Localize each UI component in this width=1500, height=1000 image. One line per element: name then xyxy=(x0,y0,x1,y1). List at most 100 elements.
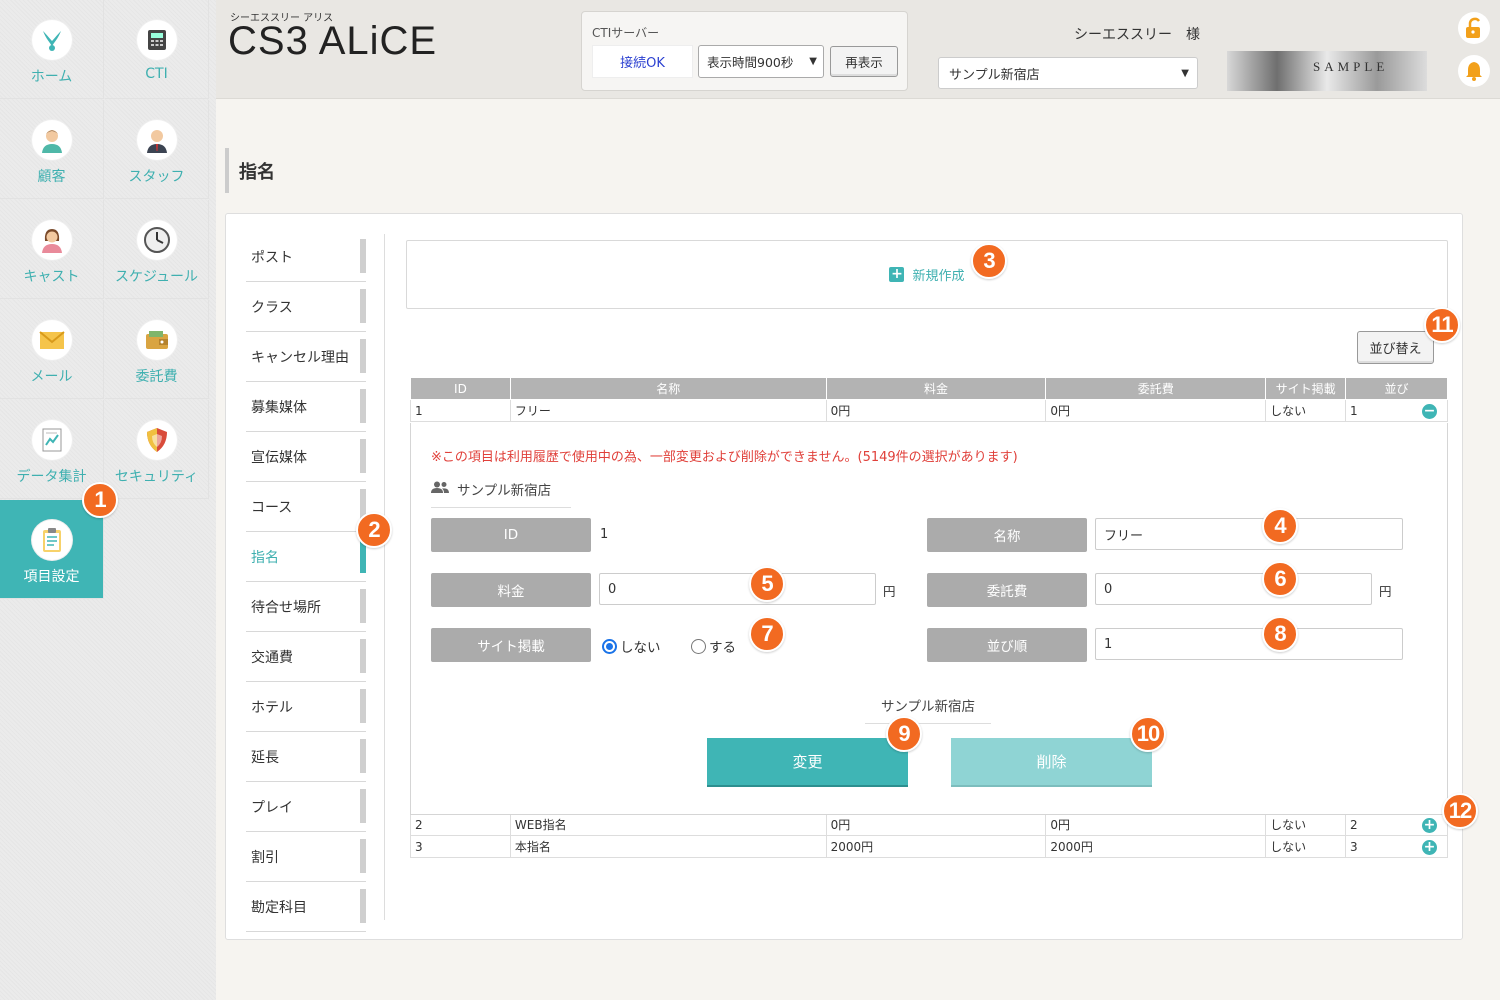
callout-badge: 3 xyxy=(971,243,1007,279)
unlock-icon[interactable] xyxy=(1458,12,1490,44)
mail-icon xyxy=(31,320,72,360)
submenu-item[interactable]: ホテル xyxy=(246,682,366,732)
column-header: 並び xyxy=(1345,377,1448,400)
submenu-item[interactable]: 宣伝媒体 xyxy=(246,432,366,482)
nav-item-settings[interactable]: 項目設定 xyxy=(0,500,104,599)
cell-id: 2 xyxy=(410,813,511,836)
nav-label: キャスト xyxy=(23,269,80,285)
submenu-item[interactable]: 募集媒体 xyxy=(246,382,366,432)
detail-shop-name: サンプル新宿店 xyxy=(457,483,552,499)
table-row[interactable]: 3 本指名 2000円 2000円 しない 3 + xyxy=(410,835,1448,858)
radio-checked-icon xyxy=(602,638,617,654)
callout-badge: 8 xyxy=(1262,616,1298,652)
callout-badge: 12 xyxy=(1442,793,1478,829)
expand-icon[interactable]: + xyxy=(1422,840,1437,855)
collapse-icon[interactable]: − xyxy=(1422,404,1437,419)
callout-badge: 11 xyxy=(1424,307,1460,343)
callout-badge: 1 xyxy=(82,482,118,518)
clock-icon xyxy=(136,220,177,260)
callout-badge: 5 xyxy=(749,566,785,602)
nav-cti[interactable]: CTI xyxy=(105,0,209,99)
display-time-value: 表示時間900秒 xyxy=(707,55,794,70)
cell-id: 3 xyxy=(410,835,511,858)
update-button[interactable]: 変更 xyxy=(707,738,908,785)
settings-submenu: ポスト クラス キャンセル理由 募集媒体 宣伝媒体 コース 指名 待合せ場所 交… xyxy=(246,232,366,932)
fee-input[interactable]: 0 xyxy=(599,573,876,605)
submenu-item[interactable]: クラス xyxy=(246,282,366,332)
cell-site: しない xyxy=(1265,399,1347,422)
customer-icon xyxy=(31,120,72,160)
nav-commission[interactable]: 委託費 xyxy=(105,300,209,399)
nav-label: メール xyxy=(30,369,73,385)
commission-unit: 円 xyxy=(1379,584,1392,599)
nav-schedule[interactable]: スケジュール xyxy=(105,200,209,299)
refresh-button[interactable]: 再表示 xyxy=(830,46,898,77)
nav-label: 委託費 xyxy=(135,369,178,385)
cell-order-value: 3 xyxy=(1350,839,1358,854)
shield-icon xyxy=(136,420,177,460)
site-radio-yes[interactable]: する xyxy=(691,636,736,656)
column-header: 名称 xyxy=(509,377,827,400)
submenu-item[interactable]: ポスト xyxy=(246,232,366,282)
sort-button[interactable]: 並び替え xyxy=(1357,331,1434,364)
commission-input[interactable]: 0 xyxy=(1095,573,1372,605)
display-time-select[interactable]: 表示時間900秒 ▼ xyxy=(698,45,824,78)
nav-label: CTI xyxy=(145,66,168,82)
nav-cast[interactable]: キャスト xyxy=(0,200,104,299)
bell-icon[interactable] xyxy=(1458,55,1490,87)
submenu-item[interactable]: プレイ xyxy=(246,782,366,832)
expand-icon[interactable]: + xyxy=(1422,818,1437,833)
cti-panel: CTIサーバー 接続OK 表示時間900秒 ▼ 再表示 xyxy=(581,11,908,91)
callout-badge: 6 xyxy=(1262,561,1298,597)
nav-report[interactable]: データ集計 xyxy=(0,400,104,499)
id-value: 1 xyxy=(600,527,609,542)
table-row[interactable]: 1 フリー 0円 0円 しない 1− xyxy=(410,399,1448,422)
submenu-item[interactable]: 交通費 xyxy=(246,632,366,682)
cell-fee: 2000円 xyxy=(825,835,1047,858)
warning-message: ※この項目は利用履歴で使用中の為、一部変更および削除ができません。(5149件の… xyxy=(431,450,1018,465)
cell-commission: 0円 xyxy=(1045,813,1267,836)
page-title: 指名 xyxy=(225,148,275,193)
cell-order-value: 1 xyxy=(1350,403,1358,418)
submenu-item[interactable]: キャンセル理由 xyxy=(246,332,366,382)
plus-square-icon: + xyxy=(889,266,905,282)
order-label: 並び順 xyxy=(927,628,1087,662)
cell-id: 1 xyxy=(410,399,511,422)
table-header-row: ID 名称 料金 委託費 サイト掲載 並び xyxy=(410,377,1448,400)
cell-name: WEB指名 xyxy=(509,813,827,836)
nav-home[interactable]: ホーム xyxy=(0,0,104,99)
submenu-item[interactable]: 勘定科目 xyxy=(246,882,366,932)
nav-label: 項目設定 xyxy=(23,569,80,585)
cell-order-value: 2 xyxy=(1350,817,1358,832)
fee-unit: 円 xyxy=(883,584,896,599)
submenu-item[interactable]: コース xyxy=(246,482,366,532)
rabbit-logo-icon xyxy=(31,20,72,60)
order-input[interactable]: 1 xyxy=(1095,628,1403,660)
radio-label: しない xyxy=(620,640,661,656)
submenu-item[interactable]: 待合せ場所 xyxy=(246,582,366,632)
cti-title: CTIサーバー xyxy=(592,26,660,40)
shop-select-value: サンプル新宿店 xyxy=(949,67,1040,83)
nav-security[interactable]: セキュリティ xyxy=(105,400,209,499)
nav-staff[interactable]: スタッフ xyxy=(105,100,209,199)
cell-commission: 2000円 xyxy=(1045,835,1267,858)
delete-button[interactable]: 削除 xyxy=(951,738,1152,785)
submenu-item[interactable]: 延長 xyxy=(246,732,366,782)
phone-icon xyxy=(136,20,177,60)
cell-site: しない xyxy=(1265,835,1347,858)
cell-site: しない xyxy=(1265,813,1347,836)
site-radio-no[interactable]: しない xyxy=(602,636,661,656)
cell-order: 3 + xyxy=(1345,835,1448,858)
nav-customer[interactable]: 顧客 xyxy=(0,100,104,199)
new-item-button[interactable]: + 新規作成 xyxy=(889,265,965,284)
nav-label: データ集計 xyxy=(16,469,87,485)
shop-select[interactable]: サンプル新宿店 ▼ xyxy=(938,57,1198,89)
detail-shop-footer: サンプル新宿店 xyxy=(865,695,991,724)
nav-label: スケジュール xyxy=(114,269,199,285)
name-input[interactable]: フリー xyxy=(1095,518,1403,550)
submenu-item[interactable]: 割引 xyxy=(246,832,366,882)
divider xyxy=(384,234,385,920)
nav-mail[interactable]: メール xyxy=(0,300,104,399)
submenu-item-active[interactable]: 指名 xyxy=(246,532,366,582)
table-row[interactable]: 2 WEB指名 0円 0円 しない 2 + xyxy=(410,813,1448,836)
